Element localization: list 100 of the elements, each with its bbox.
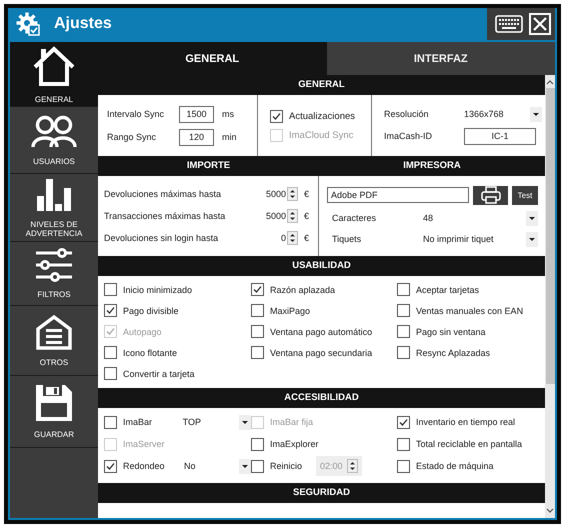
checkbox[interactable] [104, 346, 117, 359]
field-label: Devoluciones sin login hasta [104, 233, 220, 243]
scroll-up-icon [546, 79, 554, 85]
checkbox-label: Ventana pago automático [270, 326, 372, 336]
field-label: Intervalo Sync [107, 109, 166, 119]
spinner-icon [287, 209, 298, 223]
unit-label: € [304, 189, 310, 199]
checkbox-label: ImaBar fija [270, 417, 314, 427]
unit-label: ms [222, 109, 235, 119]
keyboard-icon [495, 15, 523, 33]
checkbox[interactable] [397, 460, 410, 472]
checkbox[interactable] [251, 346, 264, 359]
scrollbar[interactable] [545, 75, 555, 518]
section-header: ACCESIBILIDAD [98, 388, 545, 408]
checkbox-label: ImaCloud Sync [289, 130, 354, 140]
dropdown[interactable]: No [184, 458, 251, 474]
window-title: Ajustes [54, 15, 112, 33]
close-button[interactable] [529, 13, 551, 35]
checkbox[interactable] [397, 283, 410, 296]
dropdown[interactable]: 48 [423, 210, 538, 226]
checkbox-label: Aceptar tarjetas [416, 284, 480, 294]
printer-icon [480, 186, 500, 204]
number-field[interactable]: 0 [246, 231, 298, 245]
input-field[interactable]: 120 [179, 128, 214, 146]
checkbox-label: Convertir a tarjeta [123, 368, 195, 378]
checkbox-label: Ventas manuales con EAN [416, 306, 524, 316]
input-field[interactable]: 1500 [179, 106, 214, 122]
checkbox[interactable] [104, 283, 117, 296]
gear-icon [16, 12, 40, 36]
dropdown[interactable]: No imprimir tiquet [423, 232, 538, 246]
field-label: Devoluciones máximas hasta [104, 189, 222, 199]
number-field[interactable]: 5000 [246, 187, 298, 201]
spinner-icon [346, 459, 358, 473]
input-field[interactable]: Adobe PDF [327, 187, 469, 203]
spinner-icon [287, 187, 298, 201]
checkbox-label: Autopago [123, 326, 162, 336]
house-icon [31, 44, 77, 86]
checkbox[interactable] [251, 283, 264, 296]
checkbox[interactable] [251, 460, 264, 472]
checkbox[interactable] [397, 346, 410, 359]
checkbox[interactable] [251, 304, 264, 317]
checkbox-label: Inicio minimizado [123, 284, 192, 294]
field-label: Rango Sync [107, 132, 158, 142]
checkbox-label: Total reciclable en pantalla [416, 439, 522, 449]
section-header: SEGURIDAD [98, 483, 545, 503]
checkbox-label: Pago sin ventana [416, 326, 486, 336]
checkbox-label: Ventana pago secundaria [270, 348, 372, 358]
sliders-icon [35, 248, 73, 282]
section-header: IMPRESORA [319, 156, 545, 176]
bar-chart-icon [36, 178, 72, 212]
checkbox[interactable] [270, 110, 283, 122]
dropdown[interactable]: TOP [182, 414, 251, 430]
scroll-down-icon [546, 508, 554, 514]
checkbox-label: Pago divisible [123, 306, 179, 316]
checkbox[interactable] [397, 438, 410, 450]
checkbox-label: ImaExplorer [270, 439, 319, 449]
checkbox-label: Resync Aplazadas [416, 348, 490, 358]
field-label: Transacciones máximas hasta [104, 211, 226, 221]
checkbox-label: Reinicio [270, 461, 302, 471]
field-label: Tiquets [332, 234, 362, 244]
checkbox[interactable] [251, 438, 264, 450]
sidebar-item[interactable]: GENERAL [10, 42, 98, 107]
checkbox[interactable] [397, 325, 410, 338]
checkbox-label: MaxiPago [270, 306, 310, 316]
users-icon [31, 114, 77, 148]
checkbox-label: Razón aplazada [270, 284, 336, 294]
checkbox-label: ImaBar [123, 417, 152, 427]
tab[interactable]: INTERFAZ [326, 42, 555, 75]
checkbox-label: Icono flotante [123, 348, 178, 358]
input-field[interactable]: IC-1 [464, 128, 536, 144]
spinner-icon [287, 231, 298, 245]
section-header: USABILIDAD [98, 256, 545, 276]
checkbox-label: Redondeo [123, 461, 165, 471]
field-label: Caracteres [332, 213, 378, 223]
close-icon [529, 13, 551, 35]
checkbox-label: Actualizaciones [289, 110, 356, 122]
section-header: GENERAL [98, 75, 545, 95]
keyboard-button[interactable] [495, 15, 523, 33]
checkbox[interactable] [251, 325, 264, 338]
tab[interactable]: GENERAL [98, 42, 326, 75]
checkbox-label: Estado de máquina [416, 461, 494, 471]
checkbox[interactable] [104, 416, 117, 428]
checkbox[interactable] [104, 304, 117, 317]
building-icon [35, 314, 73, 350]
checkbox[interactable] [104, 367, 117, 380]
section-header: IMPORTE [98, 156, 319, 176]
test-button[interactable]: Test [512, 186, 538, 204]
print-button[interactable] [473, 186, 508, 204]
save-icon [35, 384, 73, 422]
unit-label: € [304, 211, 310, 221]
dropdown[interactable]: 1366x768 [464, 106, 542, 122]
checkbox[interactable] [104, 460, 117, 472]
unit-label: min [222, 132, 236, 142]
scrollbar-thumb[interactable] [546, 88, 554, 384]
checkbox-label: Inventario en tiempo real [416, 417, 516, 427]
checkbox[interactable] [397, 304, 410, 317]
unit-label: € [304, 233, 310, 243]
checkbox[interactable] [397, 416, 410, 428]
field-label: Resolución [384, 109, 430, 119]
number-field[interactable]: 5000 [246, 209, 298, 223]
